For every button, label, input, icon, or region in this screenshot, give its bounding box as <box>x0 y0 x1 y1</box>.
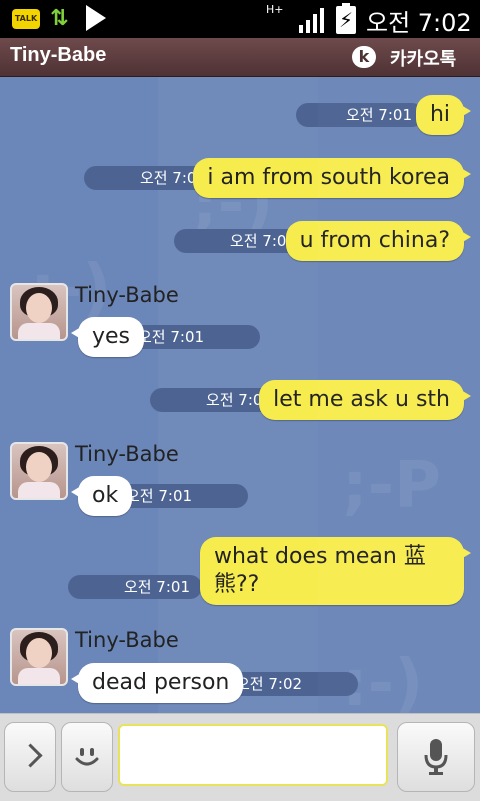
sender-name: Tiny-Babe <box>75 628 179 652</box>
avatar[interactable] <box>10 283 68 341</box>
avatar[interactable] <box>10 442 68 500</box>
message-time: 오전 7:01 <box>114 484 248 508</box>
sender-name: Tiny-Babe <box>75 283 179 307</box>
message-time: 오전 7:02 <box>224 672 358 696</box>
received-message-bubble[interactable]: dead person <box>70 663 244 703</box>
sync-icon: ⇅ <box>50 6 69 31</box>
sent-message-bubble[interactable]: hi <box>415 95 472 135</box>
microphone-icon <box>424 739 448 775</box>
avatar[interactable] <box>10 628 68 686</box>
smiley-icon <box>75 748 99 766</box>
input-bar <box>0 713 480 801</box>
network-type-icon: H+ <box>266 3 284 16</box>
chevron-right-icon <box>18 743 43 768</box>
chat-area[interactable]: ;-) ;-) ;-P :-) 오전 7:01 hi 오전 7:01 i am … <box>0 77 480 713</box>
chat-title-bar: Tiny-Babe k 카카오톡 <box>0 38 480 77</box>
received-message-bubble[interactable]: yes <box>70 317 145 357</box>
message-time: 오전 7:01 <box>68 575 202 599</box>
signal-icon <box>299 8 324 33</box>
more-button[interactable] <box>4 722 56 792</box>
kakao-logo-icon[interactable]: k <box>352 46 376 68</box>
voice-button[interactable] <box>397 722 475 792</box>
emoticon-button[interactable] <box>61 722 113 792</box>
message-input[interactable] <box>118 724 388 786</box>
message-time: 오전 7:01 <box>126 325 260 349</box>
play-icon <box>86 5 106 31</box>
sent-message-bubble[interactable]: let me ask u sth <box>259 380 471 420</box>
sent-message-bubble[interactable]: i am from south korea <box>193 158 471 198</box>
message-time: 오전 7:01 <box>296 103 424 127</box>
sent-message-bubble[interactable]: what does mean 蓝 熊?? <box>200 537 471 605</box>
status-bar: TALK ⇅ H+ ⚡ 오전 7:02 <box>0 0 480 38</box>
sender-name: Tiny-Babe <box>75 442 179 466</box>
status-time: 오전 7:02 <box>366 9 472 37</box>
chat-title: Tiny-Babe <box>10 44 107 66</box>
battery-charging-icon: ⚡ <box>336 3 356 34</box>
kakaotalk-notification-icon: TALK <box>12 9 40 29</box>
watermark: ;-P <box>342 449 442 523</box>
brand-label[interactable]: 카카오톡 <box>390 45 456 71</box>
sent-message-bubble[interactable]: u from china? <box>285 221 472 261</box>
watermark: :-) <box>342 647 424 713</box>
received-message-bubble[interactable]: ok <box>70 476 133 516</box>
